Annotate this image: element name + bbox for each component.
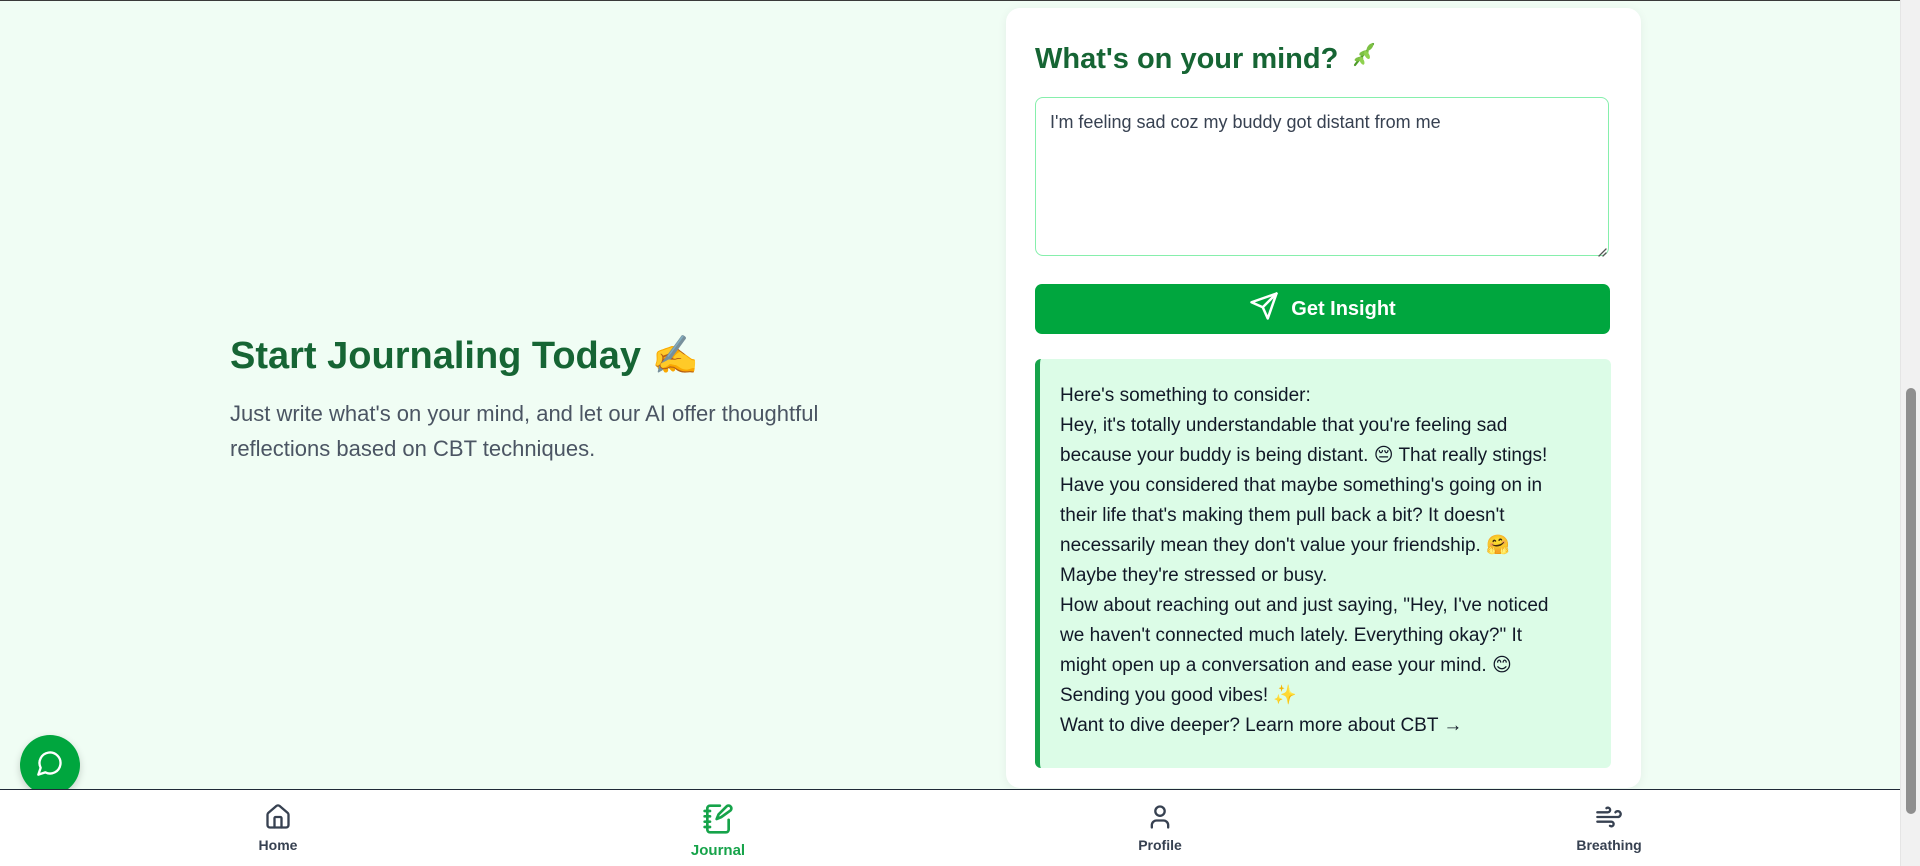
- get-insight-button[interactable]: Get Insight: [1035, 284, 1610, 334]
- journal-heading-text: What's on your mind?: [1035, 43, 1339, 75]
- insight-line: Here's something to consider:: [1060, 385, 1311, 406]
- nav-label-profile: Profile: [1138, 837, 1182, 853]
- nav-item-home[interactable]: Home: [218, 803, 338, 853]
- insight-line: because your buddy is being distant. 😔 T…: [1060, 445, 1548, 466]
- chat-bubble-icon: [36, 749, 64, 782]
- leaf-icon: [1350, 40, 1378, 78]
- insight-line: necessarily mean they don't value your f…: [1060, 535, 1510, 556]
- nav-label-home: Home: [258, 837, 298, 853]
- wind-icon: [1594, 803, 1624, 834]
- nav-item-profile[interactable]: Profile: [1100, 803, 1220, 853]
- insight-line: we haven't connected much lately. Everyt…: [1060, 625, 1523, 646]
- insight-line: Sending you good vibes! ✨: [1060, 685, 1298, 706]
- get-insight-label: Get Insight: [1291, 297, 1396, 320]
- send-icon: [1249, 291, 1279, 327]
- journal-heading: What's on your mind?: [1035, 40, 1378, 78]
- nav-label-breathing: Breathing: [1576, 837, 1642, 853]
- insight-line: their life that's making them pull back …: [1060, 505, 1505, 526]
- scrollbar-thumb[interactable]: [1906, 388, 1916, 814]
- bottom-nav: Home Journal Profile Breathing: [0, 789, 1900, 866]
- nav-item-journal[interactable]: Journal: [658, 803, 778, 859]
- nav-label-journal: Journal: [690, 842, 746, 859]
- insight-line: Hey, it's totally understandable that yo…: [1060, 415, 1508, 436]
- insight-line: might open up a conversation and ease yo…: [1060, 655, 1512, 676]
- journal-input[interactable]: [1035, 97, 1609, 256]
- intro-description: Just write what's on your mind, and let …: [230, 401, 819, 461]
- insight-line: Have you considered that maybe something…: [1060, 475, 1543, 496]
- profile-icon: [1146, 803, 1174, 834]
- resize-handle-icon[interactable]: [1597, 244, 1607, 257]
- insight-line: How about reaching out and just saying, …: [1060, 595, 1549, 616]
- learn-more-cbt-link[interactable]: Want to dive deeper? Learn more about CB…: [1060, 715, 1462, 736]
- chat-button[interactable]: [20, 735, 80, 795]
- insight-line: Maybe they're stressed or busy.: [1060, 565, 1328, 586]
- home-icon: [264, 803, 292, 834]
- journal-card: What's on your mind? Get Insight: [1006, 8, 1641, 788]
- page-scrollbar[interactable]: [1900, 0, 1920, 866]
- nav-item-breathing[interactable]: Breathing: [1549, 803, 1669, 853]
- journal-icon: [702, 803, 734, 839]
- top-border: [0, 0, 1900, 1]
- intro-title: Start Journaling Today ✍️: [230, 335, 699, 377]
- intro-section: Start Journaling Today ✍️ Just write wha…: [230, 330, 870, 466]
- insight-response: Here's something to consider: Hey, it's …: [1035, 359, 1611, 768]
